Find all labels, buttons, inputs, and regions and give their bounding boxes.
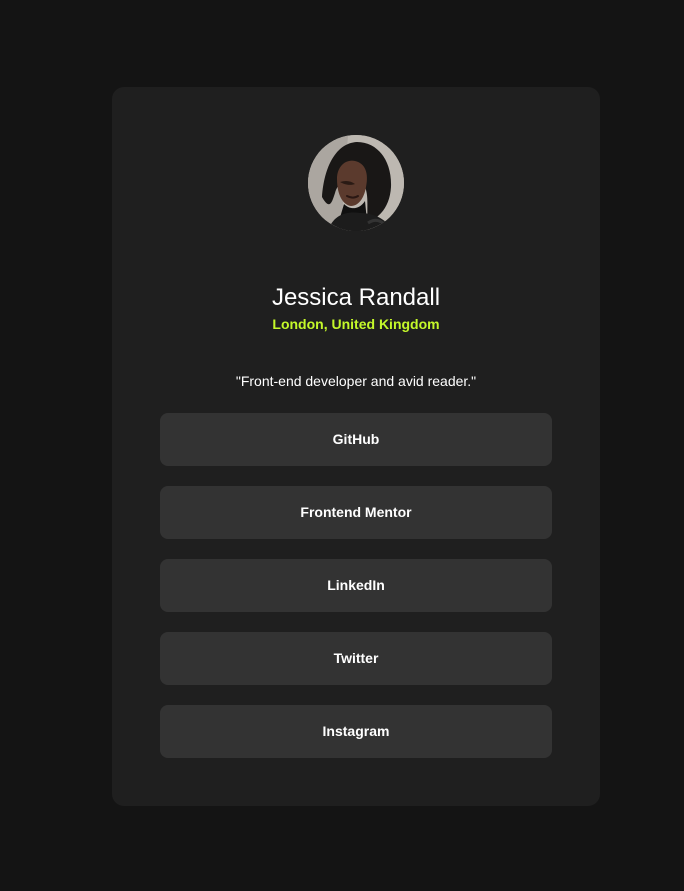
twitter-link-button[interactable]: Twitter: [160, 632, 552, 685]
frontend-mentor-link-button[interactable]: Frontend Mentor: [160, 486, 552, 539]
profile-location: London, United Kingdom: [272, 316, 440, 332]
github-link-button[interactable]: GitHub: [160, 413, 552, 466]
avatar: [308, 135, 404, 231]
profile-bio: "Front-end developer and avid reader.": [235, 373, 477, 389]
linkedin-link-button[interactable]: LinkedIn: [160, 559, 552, 612]
profile-photo-icon: [308, 135, 404, 231]
profile-card: Jessica Randall London, United Kingdom "…: [112, 87, 600, 806]
instagram-link-button[interactable]: Instagram: [160, 705, 552, 758]
social-links: GitHub Frontend Mentor LinkedIn Twitter …: [160, 413, 552, 758]
profile-name: Jessica Randall: [271, 284, 441, 312]
